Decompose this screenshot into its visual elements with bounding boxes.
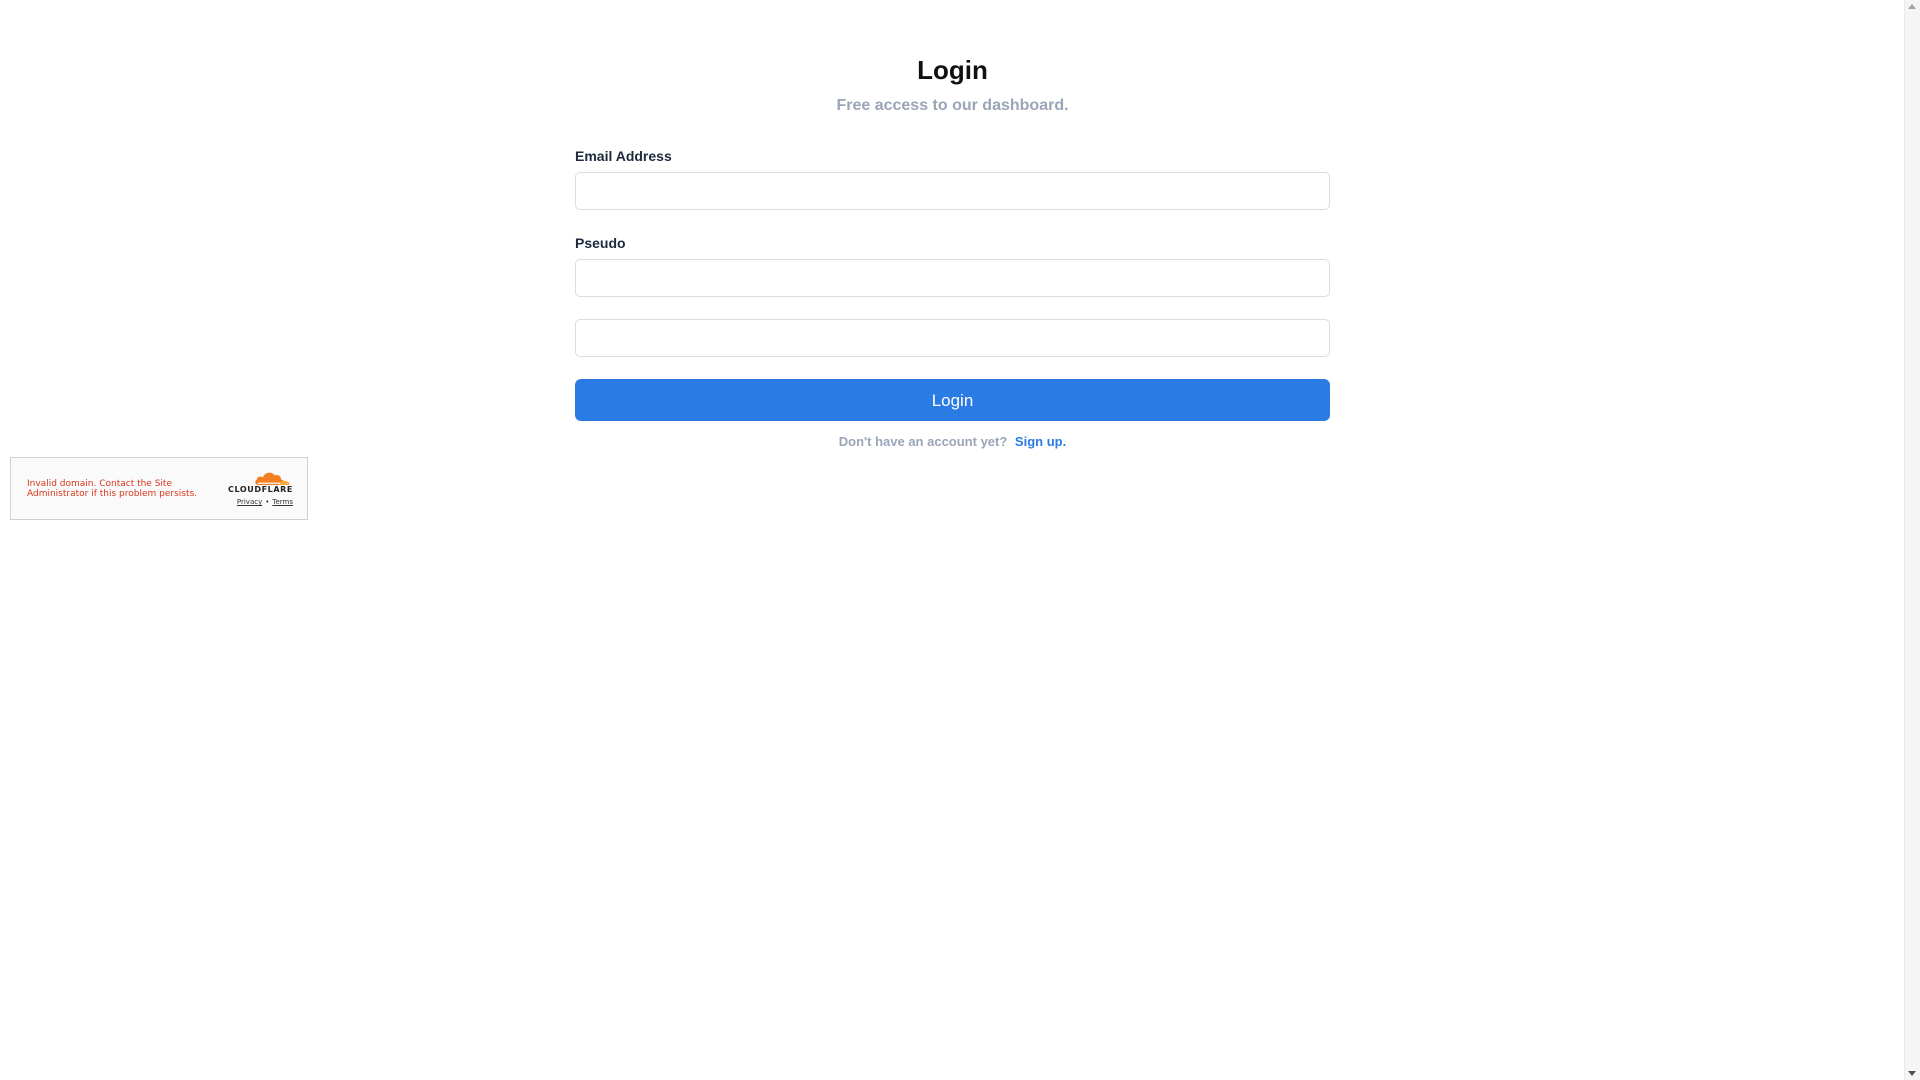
signup-row: Don't have an account yet? Sign up. (575, 433, 1330, 451)
cloudflare-links: Privacy • Terms (213, 497, 293, 508)
login-form: Login Free access to our dashboard. Emai… (575, 52, 1330, 451)
vertical-scrollbar[interactable] (1904, 0, 1920, 1080)
page: Login Free access to our dashboard. Emai… (0, 0, 1920, 1080)
pseudo-field[interactable] (575, 259, 1330, 297)
page-subtitle: Free access to our dashboard. (836, 97, 1069, 114)
password-field[interactable] (575, 319, 1330, 357)
email-field[interactable] (575, 172, 1330, 210)
terms-link[interactable]: Terms (272, 498, 293, 506)
cloudflare-brand: CLOUDFLARE Privacy • Terms (213, 470, 293, 508)
email-label: Email Address (575, 148, 672, 164)
login-button[interactable]: Login (575, 379, 1330, 421)
chevron-up-icon[interactable] (1908, 4, 1916, 9)
page-title: Login (917, 55, 988, 85)
cloudflare-brand-text: CLOUDFLARE (228, 485, 293, 494)
signup-prompt: Don't have an account yet? (838, 434, 1008, 449)
privacy-link[interactable]: Privacy (237, 498, 262, 506)
pseudo-label: Pseudo (575, 235, 626, 251)
cloudflare-turnstile-widget: Invalid domain. Contact the Site Adminis… (10, 457, 308, 520)
page-content: Login Free access to our dashboard. Emai… (0, 0, 1904, 1080)
chevron-down-icon[interactable] (1908, 1071, 1916, 1076)
cloudflare-error-message: Invalid domain. Contact the Site Adminis… (27, 479, 198, 499)
signup-link[interactable]: Sign up. (1015, 434, 1066, 449)
link-separator: • (265, 498, 270, 506)
cloudflare-cloud-icon (255, 472, 290, 485)
